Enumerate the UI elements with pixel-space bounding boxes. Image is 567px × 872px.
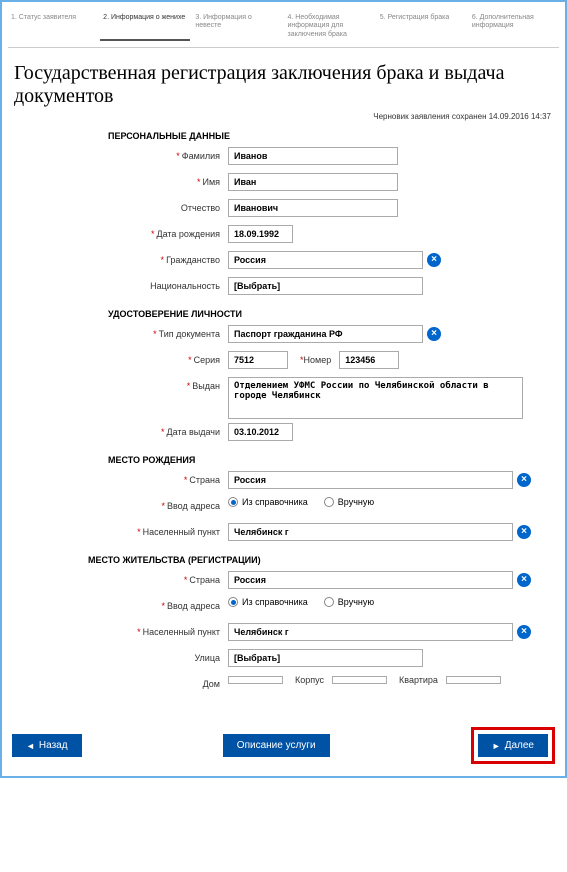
wizard-steps: 1. Статус заявителя 2. Информация о жени… <box>8 8 559 48</box>
input-house[interactable] <box>228 676 283 684</box>
label-issued: Выдан <box>192 381 220 391</box>
label-lastname: Фамилия <box>182 151 220 161</box>
select-res-street[interactable]: [Выбрать] <box>228 649 423 667</box>
next-button-highlight: ►Далее <box>471 727 555 764</box>
service-description-button[interactable]: Описание услуги <box>223 734 330 757</box>
input-birthdate[interactable]: 18.09.1992 <box>228 225 293 243</box>
back-button[interactable]: ◄Назад <box>12 734 82 757</box>
footer-buttons: ◄Назад Описание услуги ►Далее <box>12 727 555 764</box>
select-nationality[interactable]: [Выбрать] <box>228 277 423 295</box>
label-doctype: Тип документа <box>159 329 220 339</box>
input-lastname[interactable]: Иванов <box>228 147 398 165</box>
clear-birth-country-icon[interactable]: × <box>517 473 531 487</box>
label-res-country: Страна <box>189 575 220 585</box>
label-series: Серия <box>194 355 220 365</box>
page-title: Государственная регистрация заключения б… <box>14 62 553 108</box>
input-res-locality[interactable]: Челябинск г <box>228 623 513 641</box>
input-issuedate[interactable]: 03.10.2012 <box>228 423 293 441</box>
label-res-locality: Населенный пункт <box>143 627 220 637</box>
label-birth-locality: Населенный пункт <box>143 527 220 537</box>
label-building: Корпус <box>295 675 324 685</box>
clear-citizenship-icon[interactable]: × <box>427 253 441 267</box>
section-birthplace: МЕСТО РОЖДЕНИЯ <box>108 455 559 465</box>
label-res-addrmode: Ввод адреса <box>167 601 220 611</box>
input-patronymic[interactable]: Иванович <box>228 199 398 217</box>
clear-doctype-icon[interactable]: × <box>427 327 441 341</box>
step-4[interactable]: 4. Необходимая информация для заключения… <box>285 12 375 41</box>
input-doctype[interactable]: Паспорт гражданина РФ <box>228 325 423 343</box>
clear-birth-locality-icon[interactable]: × <box>517 525 531 539</box>
section-identity: УДОСТОВЕРЕНИЕ ЛИЧНОСТИ <box>108 309 559 319</box>
label-issuedate: Дата выдачи <box>167 427 220 437</box>
label-number: Номер <box>304 355 332 365</box>
arrow-left-icon: ◄ <box>26 741 35 751</box>
radio-birth-directory[interactable]: Из справочника <box>228 497 308 507</box>
label-nationality: Национальность <box>150 281 220 291</box>
label-apartment: Квартира <box>399 675 438 685</box>
label-birthdate: Дата рождения <box>157 229 221 239</box>
arrow-right-icon: ► <box>492 741 501 751</box>
section-residence: МЕСТО ЖИТЕЛЬСТВА (РЕГИСТРАЦИИ) <box>88 555 559 565</box>
input-apartment[interactable] <box>446 676 501 684</box>
step-6[interactable]: 6. Дополнительная информация <box>469 12 559 41</box>
input-number[interactable]: 123456 <box>339 351 399 369</box>
section-personal: ПЕРСОНАЛЬНЫЕ ДАННЫЕ <box>108 131 559 141</box>
radio-birth-manual[interactable]: Вручную <box>324 497 374 507</box>
input-issued[interactable] <box>228 377 523 419</box>
next-button[interactable]: ►Далее <box>478 734 548 757</box>
clear-res-country-icon[interactable]: × <box>517 573 531 587</box>
input-res-country[interactable]: Россия <box>228 571 513 589</box>
radio-res-manual[interactable]: Вручную <box>324 597 374 607</box>
clear-res-locality-icon[interactable]: × <box>517 625 531 639</box>
draft-saved-text: Черновик заявления сохранен 14.09.2016 1… <box>16 112 551 121</box>
label-house: Дом <box>203 679 220 689</box>
label-res-street: Улица <box>194 653 220 663</box>
step-1[interactable]: 1. Статус заявителя <box>8 12 98 41</box>
input-birth-country[interactable]: Россия <box>228 471 513 489</box>
input-birth-locality[interactable]: Челябинск г <box>228 523 513 541</box>
label-citizenship: Гражданство <box>166 255 220 265</box>
input-building[interactable] <box>332 676 387 684</box>
label-birth-addrmode: Ввод адреса <box>167 501 220 511</box>
input-citizenship[interactable]: Россия <box>228 251 423 269</box>
step-5[interactable]: 5. Регистрация брака <box>377 12 467 41</box>
page-container: 1. Статус заявителя 2. Информация о жени… <box>0 0 567 778</box>
radio-res-directory[interactable]: Из справочника <box>228 597 308 607</box>
input-series[interactable]: 7512 <box>228 351 288 369</box>
label-birth-country: Страна <box>189 475 220 485</box>
label-firstname: Имя <box>202 177 220 187</box>
step-3[interactable]: 3. Информация о невесте <box>192 12 282 41</box>
label-patronymic: Отчество <box>181 203 220 213</box>
input-firstname[interactable]: Иван <box>228 173 398 191</box>
step-2[interactable]: 2. Информация о женихе <box>100 12 190 41</box>
